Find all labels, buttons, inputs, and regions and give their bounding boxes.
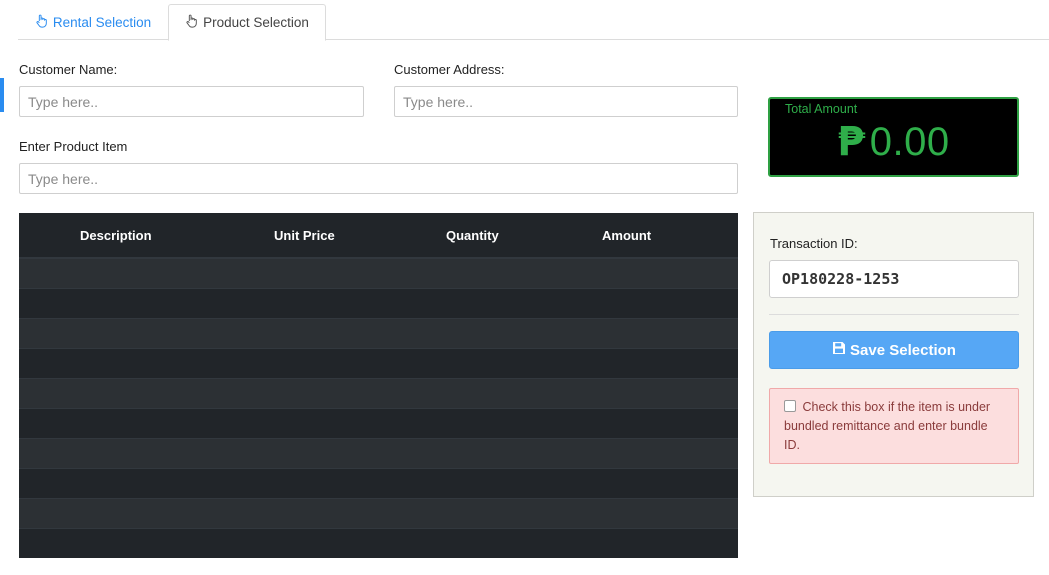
left-accent-bar <box>0 78 4 112</box>
column-unit-price[interactable]: Unit Price <box>274 228 335 243</box>
customer-name-input[interactable] <box>19 86 364 117</box>
table-row <box>19 378 738 408</box>
hand-pointer-icon <box>35 14 48 31</box>
table-header: Description Unit Price Quantity Amount <box>19 213 738 258</box>
column-quantity[interactable]: Quantity <box>446 228 499 243</box>
table-row <box>19 348 738 378</box>
save-selection-label: Save Selection <box>850 341 956 359</box>
bundle-checkbox[interactable] <box>784 400 796 412</box>
tab-bar: Rental Selection Product Selection <box>18 0 1049 41</box>
customer-address-input[interactable] <box>394 86 738 117</box>
table-row <box>19 528 738 558</box>
table-row <box>19 258 738 288</box>
floppy-disk-icon <box>832 341 846 359</box>
product-table: Description Unit Price Quantity Amount <box>19 213 738 558</box>
transaction-id-field[interactable]: OP180228-1253 <box>769 260 1019 298</box>
save-selection-button[interactable]: Save Selection <box>769 331 1019 369</box>
column-description[interactable]: Description <box>80 228 152 243</box>
product-item-label: Enter Product Item <box>19 139 128 154</box>
tab-product-selection[interactable]: Product Selection <box>168 4 326 41</box>
column-amount[interactable]: Amount <box>602 228 651 243</box>
total-amount-display: Total Amount ₱ 0.00 <box>768 97 1019 177</box>
tab-rental-label: Rental Selection <box>52 15 152 30</box>
total-amount-value: 0.00 <box>869 120 950 164</box>
peso-sign: ₱ <box>837 119 866 165</box>
table-row <box>19 438 738 468</box>
bundle-note-text: Check this box if the item is under bund… <box>784 400 991 452</box>
tab-rental-selection[interactable]: Rental Selection <box>18 4 168 41</box>
table-row <box>19 288 738 318</box>
total-amount-title: Total Amount <box>785 102 858 116</box>
customer-name-label: Customer Name: <box>19 62 118 77</box>
table-row <box>19 468 738 498</box>
bundle-remittance-alert: Check this box if the item is under bund… <box>769 388 1019 464</box>
product-item-input[interactable] <box>19 163 738 194</box>
table-row <box>19 408 738 438</box>
table-row <box>19 498 738 528</box>
hand-pointer-icon <box>185 14 198 31</box>
customer-address-label: Customer Address: <box>394 62 505 77</box>
transaction-id-label: Transaction ID: <box>770 236 858 251</box>
transaction-panel: Transaction ID: OP180228-1253 Save Selec… <box>753 212 1034 497</box>
tab-product-label: Product Selection <box>203 15 309 30</box>
total-amount-value-row: ₱ 0.00 <box>770 119 1017 165</box>
divider <box>769 314 1019 315</box>
table-row <box>19 318 738 348</box>
